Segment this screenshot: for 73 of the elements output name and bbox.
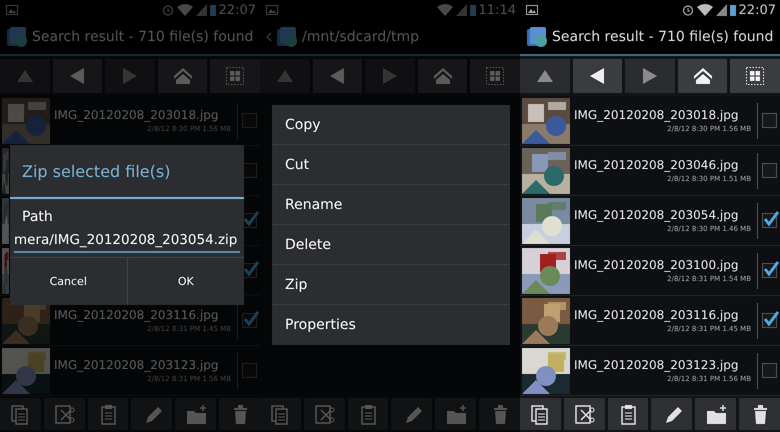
new-folder-icon <box>184 402 207 426</box>
checkbox[interactable] <box>762 263 776 278</box>
file-name: IMG_20120208_203018.jpg <box>54 108 220 122</box>
checkbox[interactable] <box>762 163 776 178</box>
dialog-title: Zip selected file(s) <box>10 145 244 199</box>
menu-item[interactable]: Rename <box>272 185 510 225</box>
copy-button[interactable] <box>520 398 561 430</box>
path-field[interactable]: mera/IMG_20120208_203054.zip <box>14 229 240 253</box>
file-name: IMG_20120208_203100.jpg <box>574 258 740 272</box>
file-name: IMG_20120208_203123.jpg <box>574 358 740 372</box>
checkbox[interactable] <box>762 113 776 128</box>
grid-icon <box>484 65 506 87</box>
file-name: IMG_20120208_203018.jpg <box>574 108 740 122</box>
wifi-icon <box>696 4 713 16</box>
screen-title: /mnt/sdcard/tmp <box>302 29 420 45</box>
wifi-icon <box>176 4 193 16</box>
home-button[interactable] <box>678 59 728 93</box>
home-icon <box>692 65 714 87</box>
home-icon <box>172 65 194 87</box>
home-icon <box>432 65 454 87</box>
cut-icon <box>53 402 76 426</box>
wifi-icon <box>436 4 453 16</box>
paste-button[interactable] <box>608 398 648 430</box>
signal-icon <box>196 4 207 16</box>
folder-icon <box>276 26 298 48</box>
folder-icon <box>6 26 28 48</box>
checkbox[interactable] <box>762 363 776 378</box>
screen-title: Search result - 710 file(s) found <box>32 29 254 45</box>
checkbox[interactable] <box>242 313 256 328</box>
cut-icon <box>313 402 336 426</box>
checkbox[interactable] <box>242 363 256 378</box>
new-folder-icon <box>444 402 467 426</box>
back-button[interactable] <box>572 59 622 93</box>
menu-item[interactable]: Properties <box>272 305 510 345</box>
folder-icon <box>526 26 548 48</box>
path-label: Path <box>22 209 53 225</box>
file-name: IMG_20120208_203123.jpg <box>54 358 220 372</box>
new-folder-button[interactable] <box>695 398 736 430</box>
screen-title: Search result - 710 file(s) found <box>552 29 774 45</box>
checkbox[interactable] <box>762 213 776 228</box>
file-name: IMG_20120208_203054.jpg <box>574 208 740 222</box>
forward-button[interactable] <box>625 59 675 93</box>
menu-item[interactable]: Cut <box>272 145 510 185</box>
new-folder-icon <box>704 402 727 426</box>
menu-item[interactable]: Delete <box>272 225 510 265</box>
menu-item[interactable]: Zip <box>272 265 510 305</box>
cancel-button[interactable]: Cancel <box>10 258 126 305</box>
file-name: IMG_20120208_203116.jpg <box>54 308 220 322</box>
delete-button[interactable] <box>739 398 780 430</box>
signal-icon <box>456 4 467 16</box>
cut-button[interactable] <box>564 398 605 430</box>
menu-item[interactable]: Copy <box>272 105 510 145</box>
signal-icon <box>716 4 727 16</box>
battery-icon <box>730 4 736 16</box>
grid-icon <box>224 65 246 87</box>
clock-time: 22:07 <box>218 2 256 18</box>
clock-time: 11:14 <box>478 2 516 18</box>
picture-icon <box>526 5 538 15</box>
rename-button[interactable] <box>651 398 692 430</box>
checkbox[interactable] <box>242 113 256 128</box>
clock-time: 22:07 <box>738 2 776 18</box>
picture-icon <box>6 5 18 15</box>
up-button[interactable] <box>520 59 570 93</box>
file-name: IMG_20120208_203046.jpg <box>574 158 740 172</box>
checkbox[interactable] <box>762 313 776 328</box>
select-all-button[interactable] <box>730 59 780 93</box>
cut-icon <box>573 402 596 426</box>
picture-icon <box>266 5 278 15</box>
battery-icon <box>210 4 216 16</box>
ok-button[interactable]: OK <box>126 258 244 305</box>
file-name: IMG_20120208_203116.jpg <box>574 308 740 322</box>
battery-icon <box>470 4 476 16</box>
grid-icon <box>744 65 766 87</box>
